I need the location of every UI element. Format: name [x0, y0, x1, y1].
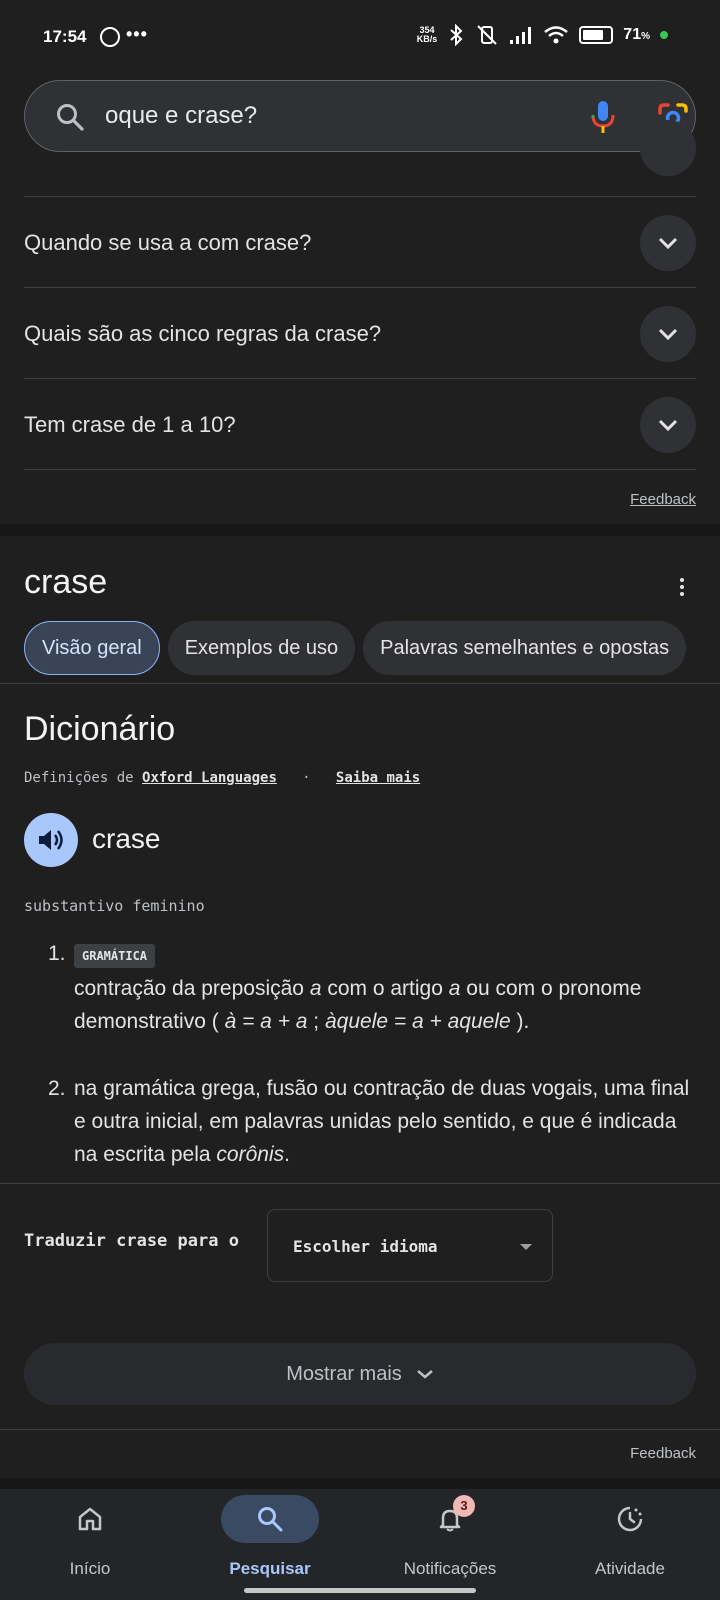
divider [0, 683, 720, 684]
network-speed: 354 KB/s [416, 25, 438, 44]
nav-label: Notificações [403, 1559, 497, 1578]
sense-text: contração da preposição a com o artigo a… [74, 977, 642, 1033]
language-select[interactable]: Escolher idioma [267, 1209, 553, 1282]
sense-item: 2. na gramática grega, fusão ou contraçã… [48, 1072, 698, 1171]
dictionary-heading: Dicionário [24, 710, 176, 748]
expand-chevron-button[interactable] [640, 306, 696, 362]
headword: crase [92, 823, 161, 854]
sense-text: na gramática grega, fusão ou contração d… [74, 1077, 690, 1166]
faq-question[interactable]: Quais são as cinco regras da crase? [24, 321, 381, 347]
dropdown-caret-icon [520, 1244, 532, 1250]
faq-question[interactable]: Tem crase de 1 a 10? [24, 412, 236, 438]
translate-label: Traduzir crase para o [24, 1231, 239, 1251]
activity-icon [617, 1506, 643, 1532]
status-icons: 354 KB/s 71% [417, 24, 668, 46]
faq-item[interactable]: Quando se usa a com crase? [24, 197, 696, 289]
battery-icon [579, 26, 614, 44]
home-icon [78, 1507, 102, 1531]
chevron-down-icon [658, 419, 678, 432]
status-time: 17:54 [43, 27, 87, 46]
privacy-indicator-dot [660, 31, 668, 39]
chevron-down-icon [658, 237, 678, 250]
nav-item-activity[interactable]: Atividade [540, 1489, 720, 1589]
nav-item-home[interactable]: Início [0, 1489, 180, 1589]
more-options-icon[interactable] [678, 576, 686, 600]
chip-overview[interactable]: Visão geral [24, 621, 160, 675]
faq-item[interactable]: Quais são as cinco regras da crase? [24, 288, 696, 380]
home-gesture-bar[interactable] [244, 1588, 476, 1593]
chip-similar-opposite-words[interactable]: Palavras semelhantes e opostas [363, 621, 687, 675]
part-of-speech: substantivo feminino [24, 897, 205, 915]
nav-item-notifications[interactable]: 3 Notificações [360, 1489, 540, 1589]
faq-item[interactable]: Tem crase de 1 a 10? [24, 379, 696, 471]
wifi-icon [544, 26, 569, 44]
chip-row: Visão geral Exemplos de uso Palavras semel… [24, 621, 720, 679]
search-bar[interactable] [24, 80, 696, 152]
sense-number: 2. [48, 1077, 66, 1100]
dictionary-source: Definições de Oxford Languages · Saiba m… [24, 770, 421, 786]
pronunciation-button[interactable] [24, 813, 78, 867]
chip-usage-examples[interactable]: Exemplos de uso [167, 621, 356, 675]
divider [0, 1183, 720, 1184]
learn-more-link[interactable]: Saiba mais [336, 770, 420, 786]
feedback-link[interactable]: Feedback [630, 491, 696, 508]
notification-badge: 3 [453, 1495, 475, 1517]
section-separator [0, 524, 720, 536]
nav-label: Atividade [595, 1559, 665, 1578]
microphone-icon[interactable] [588, 99, 618, 135]
search-icon [258, 1507, 283, 1532]
nav-label: Início [69, 1559, 111, 1578]
language-select-value[interactable]: Escolher idioma [293, 1237, 438, 1256]
speaker-icon [39, 830, 63, 850]
nav-label: Pesquisar [229, 1559, 311, 1578]
feedback-link[interactable]: Feedback [630, 1445, 696, 1462]
faq-question[interactable]: Quando se usa a com crase? [24, 230, 311, 256]
chevron-down-icon [658, 328, 678, 341]
more-notifications-icon: ••• [126, 24, 148, 44]
sense-item: 1. GRAMÁTICA contração da preposição a c… [48, 937, 698, 1038]
signal-icon [510, 27, 532, 44]
whatsapp-icon [100, 27, 120, 47]
vibrate-off-icon [477, 25, 498, 45]
faq-previous-item-partial [24, 120, 696, 200]
search-icon[interactable] [55, 102, 85, 132]
card-title: crase [24, 563, 108, 601]
sense-number: 1. [48, 942, 66, 965]
battery-percent: 71% [623, 26, 650, 43]
section-separator [0, 1478, 720, 1489]
expand-chevron-button[interactable] [640, 397, 696, 453]
expand-chevron-button[interactable] [640, 215, 696, 271]
status-bar: 17:54 ••• 354 KB/s 71% [0, 0, 720, 76]
show-more-button[interactable]: Mostrar mais [24, 1343, 696, 1405]
divider [0, 1429, 720, 1430]
bluetooth-icon [450, 24, 463, 46]
nav-item-search[interactable]: Pesquisar [180, 1489, 360, 1589]
bottom-navigation: Início Pesquisar 3 Notificações Atividad… [0, 1489, 720, 1600]
chevron-down-icon [416, 1370, 433, 1379]
domain-badge: GRAMÁTICA [74, 944, 156, 968]
expand-chevron-partial[interactable] [640, 120, 696, 176]
oxford-languages-link[interactable]: Oxford Languages [142, 770, 277, 786]
divider [24, 469, 696, 470]
search-input[interactable] [105, 81, 555, 151]
